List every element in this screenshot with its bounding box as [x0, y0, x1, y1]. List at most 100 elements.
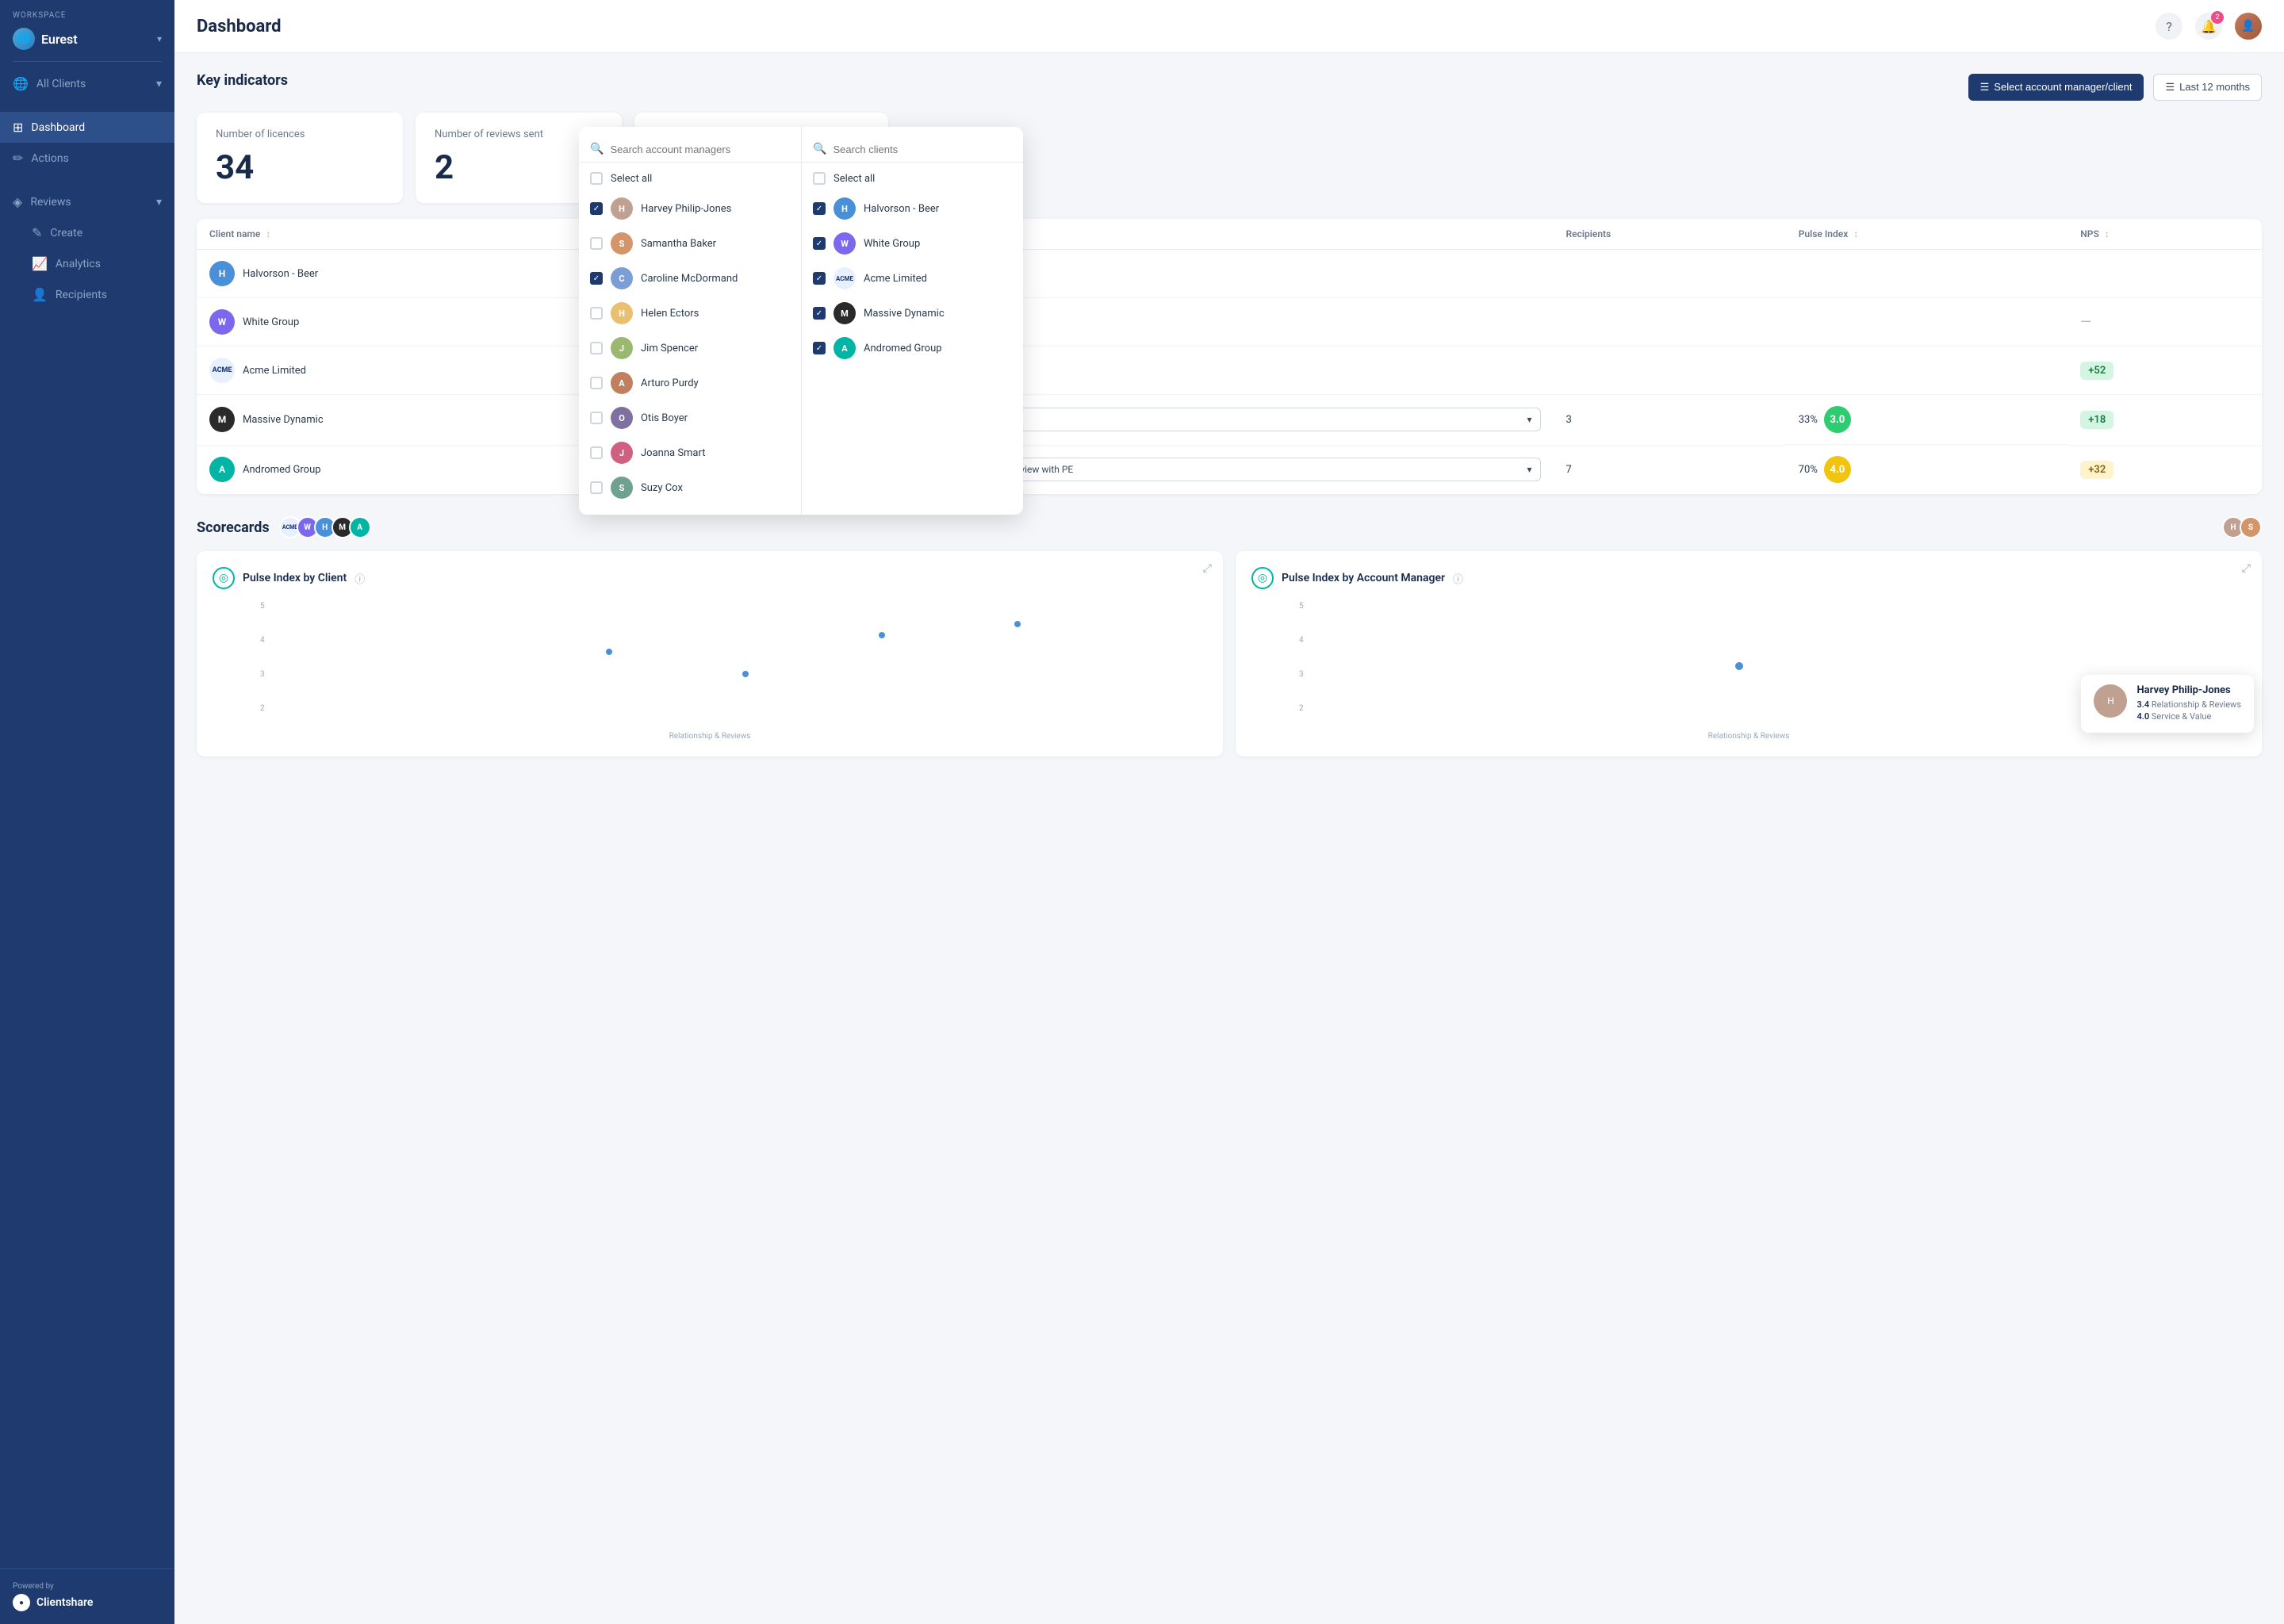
sidebar-item-label: Analytics: [56, 258, 101, 270]
manager-checkbox[interactable]: [590, 342, 603, 354]
all-clients-label: All Clients: [36, 78, 86, 90]
sidebar-item-recipients[interactable]: 👤 Recipients: [0, 279, 174, 310]
client-item[interactable]: ACME Acme Limited: [802, 261, 1023, 296]
sidebar-item-create[interactable]: ✎ Create: [0, 217, 174, 248]
table-row: ACME Acme Limited ✅ +52: [197, 347, 2262, 395]
dashboard-icon: ⊞: [13, 120, 23, 135]
sidebar-item-label: Dashboard: [31, 121, 85, 134]
sidebar-section-clients: 🌐 All Clients ▾: [0, 62, 174, 105]
target-icon: ◎: [1258, 572, 1267, 584]
chart-dot: [1735, 662, 1743, 670]
manager-item[interactable]: H Helen Ectors: [579, 296, 801, 331]
manager-name: Caroline McDormand: [641, 273, 738, 285]
manager-item[interactable]: C Caroline McDormand: [579, 261, 801, 296]
client-item[interactable]: W White Group: [802, 226, 1023, 261]
managers-search-input[interactable]: [610, 144, 790, 155]
manager-checkbox[interactable]: [590, 307, 603, 320]
manager-checkbox[interactable]: [590, 446, 603, 459]
target-icon: ◎: [219, 572, 228, 584]
client-name: Acme Limited: [864, 273, 927, 285]
sort-icon[interactable]: ↕: [2105, 228, 2110, 239]
clientshare-name: Clientshare: [36, 1596, 93, 1609]
client-item[interactable]: A Andromed Group: [802, 331, 1023, 366]
client-checkbox[interactable]: [813, 342, 826, 354]
manager-item[interactable]: J Jim Spencer: [579, 331, 801, 366]
expand-icon[interactable]: ⤢: [1203, 562, 1212, 575]
info-icon[interactable]: ⓘ: [354, 571, 365, 586]
clients-table-container: Client name ↕ Review sent ↕ Latest revie…: [197, 219, 2262, 494]
manager-checkbox[interactable]: [590, 481, 603, 494]
sidebar-item-label: Reviews: [30, 196, 71, 209]
manager-item[interactable]: J Joanna Smart: [579, 435, 801, 470]
manager-item[interactable]: H Harvey Philip-Jones: [579, 191, 801, 226]
help-button[interactable]: ?: [2156, 13, 2182, 40]
manager-item[interactable]: S Samantha Baker: [579, 226, 801, 261]
sidebar-item-reviews[interactable]: ◈ Reviews ▾: [0, 186, 174, 217]
sort-icon[interactable]: ↕: [1853, 228, 1858, 239]
brand-selector[interactable]: 🌐 Eurest ▾: [0, 23, 174, 61]
sort-icon[interactable]: ↕: [266, 228, 270, 239]
sidebar-footer: Powered by ● Clientshare: [0, 1568, 174, 1624]
pulse-by-manager-card: ◎ Pulse Index by Account Manager ⓘ ⤢ 5 4…: [1236, 551, 2262, 756]
header-actions: ? 🔔 2 👤: [2156, 13, 2262, 40]
manager-name: Otis Boyer: [641, 412, 688, 424]
reviews-chevron-icon: ▾: [156, 196, 162, 209]
key-indicators-title: Key indicators: [197, 72, 288, 89]
account-manager-filter-button[interactable]: ☰ Select account manager/client: [1968, 74, 2144, 101]
scorecards-title: Scorecards: [197, 519, 270, 536]
manager-checkbox[interactable]: [590, 377, 603, 389]
chart-dot: [1014, 621, 1021, 627]
client-name: Andromed Group: [243, 464, 321, 476]
manager-item[interactable]: S Suzy Cox: [579, 470, 801, 505]
sidebar-item-all-clients[interactable]: 🌐 All Clients ▾: [0, 68, 174, 99]
pulse-percent: 70%: [1799, 464, 1818, 476]
client-avatar: ACME: [209, 358, 235, 383]
client-item[interactable]: H Halvorson - Beer: [802, 191, 1023, 226]
sidebar-item-dashboard[interactable]: ⊞ Dashboard: [0, 112, 174, 143]
manager-item[interactable]: A Arturo Purdy: [579, 366, 801, 400]
client-avatar-stack: ACME W H M A: [279, 516, 371, 538]
actions-icon: ✏: [13, 151, 23, 166]
client-name: White Group: [243, 316, 299, 328]
notifications-button[interactable]: 🔔 2: [2195, 13, 2222, 40]
review-select[interactable]: Q2/2021 BR ▾: [958, 408, 1541, 431]
client-item[interactable]: M Massive Dynamic: [802, 296, 1023, 331]
search-icon: 🔍: [590, 143, 604, 155]
col-latest-review: Latest review: [945, 219, 1554, 250]
select-all-checkbox[interactable]: [813, 172, 826, 185]
manager-item[interactable]: O Otis Boyer: [579, 400, 801, 435]
sidebar-item-actions[interactable]: ✏ Actions: [0, 143, 174, 174]
client-checkbox[interactable]: [813, 202, 826, 215]
nps-badge: +18: [2080, 411, 2113, 429]
manager-name: Jim Spencer: [641, 343, 698, 354]
manager-checkbox[interactable]: [590, 272, 603, 285]
sidebar-item-analytics[interactable]: 📈 Analytics: [0, 248, 174, 279]
user-avatar[interactable]: 👤: [2235, 13, 2262, 40]
cell-review: [945, 298, 1554, 347]
sidebar-section-reviews: ◈ Reviews ▾ ✎ Create 📈 Analytics 👤 Recip…: [0, 180, 174, 316]
managers-column: 🔍 Select all H Harvey Philip-Jones S Sam…: [579, 127, 801, 515]
time-filter-button[interactable]: ☰ Last 12 months: [2153, 74, 2262, 101]
manager-name: Joanna Smart: [641, 447, 705, 459]
manager-checkbox[interactable]: [590, 202, 603, 215]
select-all-checkbox[interactable]: [590, 172, 603, 185]
sidebar-item-label: Actions: [31, 152, 68, 165]
client-avatar: W: [209, 309, 235, 335]
globe-icon: 🌐: [13, 76, 29, 91]
manager-checkbox[interactable]: [590, 412, 603, 424]
expand-icon[interactable]: ⤢: [2242, 562, 2251, 575]
managers-select-all[interactable]: Select all: [579, 166, 801, 191]
notification-badge: 2: [2211, 11, 2224, 24]
client-checkbox[interactable]: [813, 307, 826, 320]
manager-checkbox[interactable]: [590, 237, 603, 250]
client-checkbox[interactable]: [813, 237, 826, 250]
clients-search-input[interactable]: [833, 144, 1012, 155]
review-select[interactable]: Nov 2020 Review with PE ▾: [958, 458, 1541, 481]
card-header: ◎ Pulse Index by Account Manager ⓘ: [1251, 567, 2246, 589]
client-checkbox[interactable]: [813, 272, 826, 285]
create-icon: ✎: [32, 225, 42, 240]
info-icon[interactable]: ⓘ: [1453, 571, 1463, 586]
clients-select-all[interactable]: Select all: [802, 166, 1023, 191]
client-name: Halvorson - Beer: [243, 268, 318, 280]
chevron-down-icon: ▾: [1527, 464, 1532, 475]
